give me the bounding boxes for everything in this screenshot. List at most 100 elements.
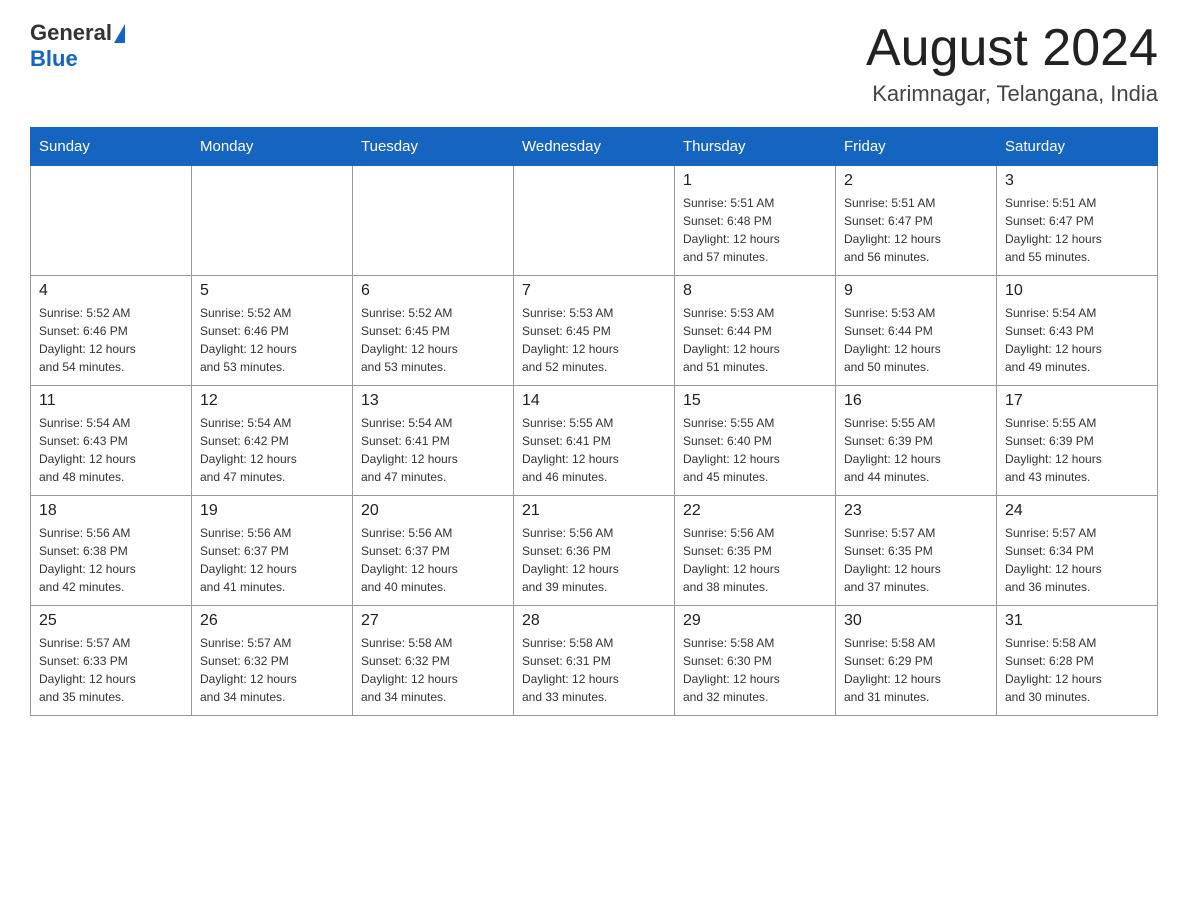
day-number: 24 [1005, 502, 1149, 520]
day-of-week-wednesday: Wednesday [514, 128, 675, 166]
day-number: 10 [1005, 282, 1149, 300]
day-number: 20 [361, 502, 505, 520]
calendar-cell: 1 Sunrise: 5:51 AM Sunset: 6:48 PM Daylig… [675, 166, 836, 276]
day-info: Sunrise: 5:56 AM Sunset: 6:38 PM Dayligh… [39, 524, 183, 596]
day-of-week-tuesday: Tuesday [353, 128, 514, 166]
day-number: 2 [844, 172, 988, 190]
calendar-cell: 22Sunrise: 5:56 AM Sunset: 6:35 PM Dayli… [675, 496, 836, 606]
calendar-body: 1 Sunrise: 5:51 AM Sunset: 6:48 PM Daylig… [31, 166, 1158, 716]
logo: General Blue [30, 20, 125, 72]
calendar-cell: 21 Sunrise: 5:56 AM Sunset: 6:36 PM Dayli… [514, 496, 675, 606]
day-info: Sunrise: 5:53 AM Sunset: 6:45 PM Dayligh… [522, 304, 666, 376]
day-info: Sunrise: 5:54 AM Sunset: 6:41 PM Dayligh… [361, 414, 505, 486]
logo-general-text: General [30, 20, 112, 46]
calendar-cell: 12 Sunrise: 5:54 AM Sunset: 6:42 PM Dayli… [192, 386, 353, 496]
calendar-cell: 23Sunrise: 5:57 AM Sunset: 6:35 PM Dayli… [836, 496, 997, 606]
day-number: 15 [683, 392, 827, 410]
day-info: Sunrise: 5:58 AM Sunset: 6:30 PM Dayligh… [683, 634, 827, 706]
calendar-cell: 11 Sunrise: 5:54 AM Sunset: 6:43 PM Dayli… [31, 386, 192, 496]
day-number: 7 [522, 282, 666, 300]
location-title: Karimnagar, Telangana, India [866, 81, 1158, 107]
day-info: Sunrise: 5:57 AM Sunset: 6:35 PM Dayligh… [844, 524, 988, 596]
calendar-cell: 5Sunrise: 5:52 AM Sunset: 6:46 PM Daylig… [192, 276, 353, 386]
day-number: 12 [200, 392, 344, 410]
day-number: 28 [522, 612, 666, 630]
day-number: 21 [522, 502, 666, 520]
calendar-cell: 18Sunrise: 5:56 AM Sunset: 6:38 PM Dayli… [31, 496, 192, 606]
day-info: Sunrise: 5:51 AM Sunset: 6:47 PM Dayligh… [1005, 194, 1149, 266]
calendar-cell: 29 Sunrise: 5:58 AM Sunset: 6:30 PM Dayli… [675, 606, 836, 716]
week-row-1: 1 Sunrise: 5:51 AM Sunset: 6:48 PM Daylig… [31, 166, 1158, 276]
day-number: 25 [39, 612, 183, 630]
day-number: 3 [1005, 172, 1149, 190]
day-number: 6 [361, 282, 505, 300]
calendar-cell: 20 Sunrise: 5:56 AM Sunset: 6:37 PM Dayli… [353, 496, 514, 606]
day-number: 16 [844, 392, 988, 410]
day-number: 29 [683, 612, 827, 630]
day-info: Sunrise: 5:54 AM Sunset: 6:43 PM Dayligh… [1005, 304, 1149, 376]
day-number: 27 [361, 612, 505, 630]
day-info: Sunrise: 5:55 AM Sunset: 6:41 PM Dayligh… [522, 414, 666, 486]
week-row-4: 18Sunrise: 5:56 AM Sunset: 6:38 PM Dayli… [31, 496, 1158, 606]
day-info: Sunrise: 5:57 AM Sunset: 6:32 PM Dayligh… [200, 634, 344, 706]
day-info: Sunrise: 5:57 AM Sunset: 6:34 PM Dayligh… [1005, 524, 1149, 596]
day-number: 19 [200, 502, 344, 520]
calendar-cell: 14 Sunrise: 5:55 AM Sunset: 6:41 PM Dayli… [514, 386, 675, 496]
calendar-cell: 24 Sunrise: 5:57 AM Sunset: 6:34 PM Dayli… [997, 496, 1158, 606]
calendar-cell [192, 166, 353, 276]
calendar-cell: 8 Sunrise: 5:53 AM Sunset: 6:44 PM Daylig… [675, 276, 836, 386]
day-number: 17 [1005, 392, 1149, 410]
day-info: Sunrise: 5:52 AM Sunset: 6:46 PM Dayligh… [39, 304, 183, 376]
calendar-cell: 25 Sunrise: 5:57 AM Sunset: 6:33 PM Dayli… [31, 606, 192, 716]
calendar-cell: 17Sunrise: 5:55 AM Sunset: 6:39 PM Dayli… [997, 386, 1158, 496]
day-number: 1 [683, 172, 827, 190]
calendar-cell: 16 Sunrise: 5:55 AM Sunset: 6:39 PM Dayli… [836, 386, 997, 496]
day-info: Sunrise: 5:55 AM Sunset: 6:39 PM Dayligh… [844, 414, 988, 486]
day-info: Sunrise: 5:54 AM Sunset: 6:43 PM Dayligh… [39, 414, 183, 486]
calendar-cell: 31 Sunrise: 5:58 AM Sunset: 6:28 PM Dayli… [997, 606, 1158, 716]
day-info: Sunrise: 5:58 AM Sunset: 6:28 PM Dayligh… [1005, 634, 1149, 706]
week-row-2: 4 Sunrise: 5:52 AM Sunset: 6:46 PM Daylig… [31, 276, 1158, 386]
calendar-cell: 26 Sunrise: 5:57 AM Sunset: 6:32 PM Dayli… [192, 606, 353, 716]
calendar-cell: 2 Sunrise: 5:51 AM Sunset: 6:47 PM Daylig… [836, 166, 997, 276]
day-number: 9 [844, 282, 988, 300]
calendar-cell: 10 Sunrise: 5:54 AM Sunset: 6:43 PM Dayli… [997, 276, 1158, 386]
day-number: 4 [39, 282, 183, 300]
calendar-cell [353, 166, 514, 276]
calendar-cell: 13 Sunrise: 5:54 AM Sunset: 6:41 PM Dayli… [353, 386, 514, 496]
day-info: Sunrise: 5:53 AM Sunset: 6:44 PM Dayligh… [683, 304, 827, 376]
day-info: Sunrise: 5:56 AM Sunset: 6:37 PM Dayligh… [361, 524, 505, 596]
calendar-cell: 3 Sunrise: 5:51 AM Sunset: 6:47 PM Daylig… [997, 166, 1158, 276]
day-number: 30 [844, 612, 988, 630]
day-info: Sunrise: 5:51 AM Sunset: 6:47 PM Dayligh… [844, 194, 988, 266]
day-info: Sunrise: 5:58 AM Sunset: 6:31 PM Dayligh… [522, 634, 666, 706]
day-number: 14 [522, 392, 666, 410]
day-of-week-saturday: Saturday [997, 128, 1158, 166]
day-number: 26 [200, 612, 344, 630]
logo-blue-text: Blue [30, 46, 125, 72]
day-of-week-thursday: Thursday [675, 128, 836, 166]
day-of-week-monday: Monday [192, 128, 353, 166]
day-info: Sunrise: 5:58 AM Sunset: 6:29 PM Dayligh… [844, 634, 988, 706]
day-number: 8 [683, 282, 827, 300]
day-info: Sunrise: 5:56 AM Sunset: 6:36 PM Dayligh… [522, 524, 666, 596]
calendar-cell: 27Sunrise: 5:58 AM Sunset: 6:32 PM Dayli… [353, 606, 514, 716]
page-header: General Blue August 2024 Karimnagar, Tel… [30, 20, 1158, 107]
day-number: 11 [39, 392, 183, 410]
calendar-cell [514, 166, 675, 276]
calendar-cell: 28 Sunrise: 5:58 AM Sunset: 6:31 PM Dayli… [514, 606, 675, 716]
week-row-5: 25 Sunrise: 5:57 AM Sunset: 6:33 PM Dayli… [31, 606, 1158, 716]
day-info: Sunrise: 5:51 AM Sunset: 6:48 PM Dayligh… [683, 194, 827, 266]
day-info: Sunrise: 5:57 AM Sunset: 6:33 PM Dayligh… [39, 634, 183, 706]
day-number: 5 [200, 282, 344, 300]
day-of-week-friday: Friday [836, 128, 997, 166]
day-number: 13 [361, 392, 505, 410]
calendar-cell [31, 166, 192, 276]
day-info: Sunrise: 5:56 AM Sunset: 6:37 PM Dayligh… [200, 524, 344, 596]
logo-triangle-icon [114, 24, 125, 43]
day-of-week-sunday: Sunday [31, 128, 192, 166]
title-section: August 2024 Karimnagar, Telangana, India [866, 20, 1158, 107]
day-number: 31 [1005, 612, 1149, 630]
calendar-cell: 7 Sunrise: 5:53 AM Sunset: 6:45 PM Daylig… [514, 276, 675, 386]
day-info: Sunrise: 5:54 AM Sunset: 6:42 PM Dayligh… [200, 414, 344, 486]
